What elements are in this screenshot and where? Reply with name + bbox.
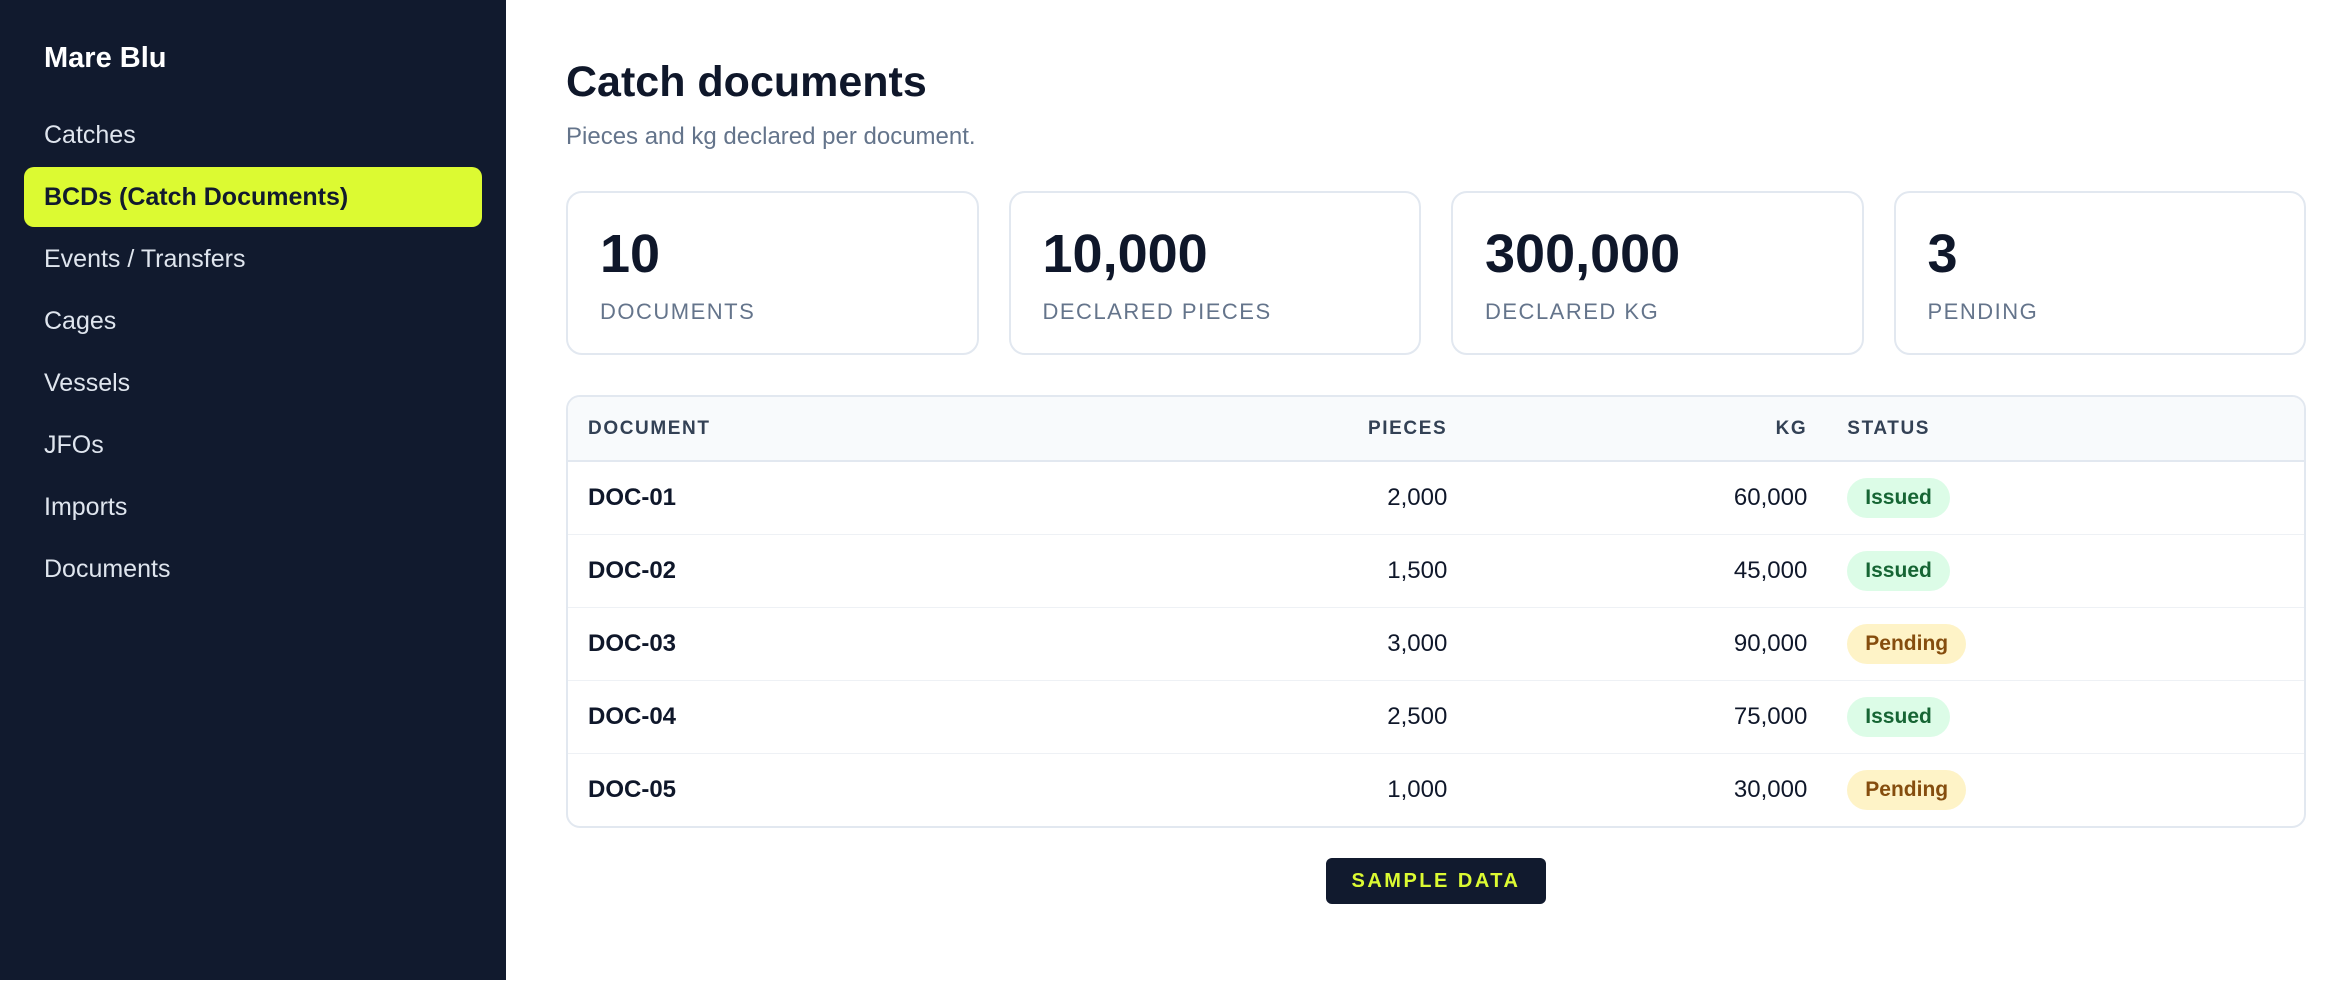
stat-label: DECLARED KG <box>1485 299 1660 324</box>
stat-label: DOCUMENTS <box>600 299 756 324</box>
column-header-document: DOCUMENT <box>568 397 1368 462</box>
cell-document: DOC-01 <box>588 483 677 511</box>
column-header-pieces: PIECES <box>1368 397 1448 462</box>
cell-status: Pending <box>1807 753 2304 826</box>
stat-label: DECLARED PIECES <box>1042 299 1272 324</box>
stat-card-declared-pieces: 10,000 DECLARED PIECES <box>1008 191 1421 355</box>
stat-value: 300,000 <box>1485 224 1681 284</box>
sidebar-item-jfos[interactable]: JFOs <box>24 415 482 475</box>
column-header-kg: KG <box>1447 397 1808 462</box>
stat-card-pending: 3 PENDING <box>1893 191 2306 355</box>
cell-pieces: 1,500 <box>1387 556 1448 584</box>
cell-kg: 90,000 <box>1733 629 1808 657</box>
table-row[interactable]: DOC-02 1,500 45,000 Issued <box>568 534 2304 607</box>
stat-value: 10 <box>600 224 661 284</box>
cell-status: Issued <box>1807 680 2304 753</box>
sidebar-item-vessels[interactable]: Vessels <box>24 353 482 413</box>
main-content: Catch documents Pieces and kg declared p… <box>566 0 2308 904</box>
table-row[interactable]: DOC-04 2,500 75,000 Issued <box>568 680 2304 753</box>
stat-card-declared-kg: 300,000 DECLARED KG <box>1451 191 1864 355</box>
status-badge: Pending <box>1847 623 1967 664</box>
brand-title: Mare Blu <box>44 42 167 74</box>
status-badge: Issued <box>1847 696 1950 737</box>
cell-kg: 75,000 <box>1733 702 1808 730</box>
table-row[interactable]: DOC-01 2,000 60,000 Issued <box>568 461 2304 534</box>
cell-kg: 45,000 <box>1733 556 1808 584</box>
cell-pieces: 3,000 <box>1387 629 1448 657</box>
stat-card-documents: 10 DOCUMENTS <box>566 191 979 355</box>
cell-pieces: 2,000 <box>1387 483 1448 511</box>
cell-kg: 30,000 <box>1733 775 1808 803</box>
cell-pieces: 2,500 <box>1387 702 1448 730</box>
sidebar-item-cages[interactable]: Cages <box>24 291 482 351</box>
cell-document: DOC-05 <box>588 775 677 803</box>
cell-kg: 60,000 <box>1733 483 1808 511</box>
page-title: Catch documents <box>566 58 927 106</box>
sidebar-item-imports[interactable]: Imports <box>24 477 482 537</box>
cell-status: Issued <box>1807 534 2304 607</box>
table-header-row: DOCUMENT PIECES KG STATUS <box>568 397 2304 462</box>
sample-data-button[interactable]: SAMPLE DATA <box>1325 858 1547 904</box>
cell-document: DOC-03 <box>588 629 677 657</box>
sample-data-row: SAMPLE DATA <box>566 858 2306 904</box>
cell-document: DOC-02 <box>588 556 677 584</box>
cell-status: Pending <box>1807 607 2304 680</box>
status-badge: Issued <box>1847 550 1950 591</box>
status-badge: Issued <box>1847 477 1950 518</box>
stats-row: 10 DOCUMENTS 10,000 DECLARED PIECES 300,… <box>566 191 2306 355</box>
cell-document: DOC-04 <box>588 702 677 730</box>
stat-value: 3 <box>1927 224 1958 284</box>
sidebar-item-catches[interactable]: Catches <box>24 105 482 165</box>
status-badge: Pending <box>1847 769 1967 810</box>
sidebar-item-documents[interactable]: Documents <box>24 539 482 599</box>
page-subtitle: Pieces and kg declared per document. <box>566 123 976 150</box>
column-header-status: STATUS <box>1807 397 2304 462</box>
documents-table: DOCUMENT PIECES KG STATUS DOC-01 2,000 6… <box>566 395 2306 828</box>
sidebar-item-bcds[interactable]: BCDs (Catch Documents) <box>24 167 482 227</box>
sidebar-nav: Catches BCDs (Catch Documents) Events / … <box>24 105 482 599</box>
table-row[interactable]: DOC-05 1,000 30,000 Pending <box>568 753 2304 826</box>
sidebar-item-events-transfers[interactable]: Events / Transfers <box>24 229 482 289</box>
table-row[interactable]: DOC-03 3,000 90,000 Pending <box>568 607 2304 680</box>
stat-value: 10,000 <box>1042 224 1208 284</box>
sidebar: Mare Blu Catches BCDs (Catch Documents) … <box>0 0 506 980</box>
cell-status: Issued <box>1807 461 2304 534</box>
stat-label: PENDING <box>1927 299 2039 324</box>
cell-pieces: 1,000 <box>1387 775 1448 803</box>
